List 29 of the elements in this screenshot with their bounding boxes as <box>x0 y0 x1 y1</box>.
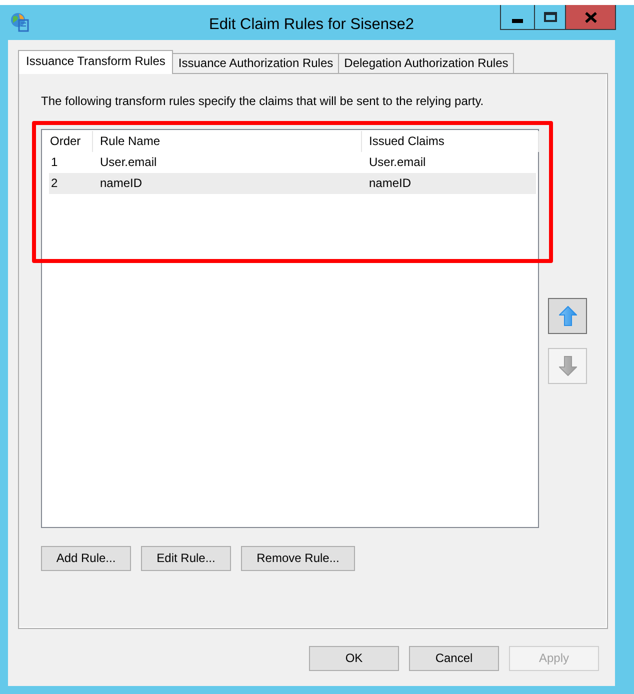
down-arrow-icon <box>558 356 576 376</box>
table-row[interactable]: 2 nameID nameID <box>49 173 536 194</box>
table-cell-text: 1 <box>50 154 59 171</box>
tab[interactable]: Delegation Authorization Rules <box>338 53 514 73</box>
table-cell-text: nameID <box>368 175 412 192</box>
minimize-icon <box>512 19 523 23</box>
rule-button[interactable]: Add Rule... <box>41 546 131 571</box>
description-text: The following transform rules specify the claims that will be sent to the relying party. <box>41 94 484 109</box>
dialog-button[interactable]: OK <box>309 646 399 671</box>
window-title: Edit Claim Rules for Sisense2 <box>208 15 414 35</box>
column-header[interactable]: Rule Name <box>93 131 362 152</box>
column-header[interactable]: Issued Claims <box>362 131 539 152</box>
minimize-button[interactable] <box>500 5 535 30</box>
close-button[interactable] <box>566 5 616 30</box>
table-cell-text: User.email <box>368 154 427 171</box>
rule-button[interactable]: Remove Rule... <box>241 546 355 571</box>
table-cell-text: 2 <box>50 175 59 192</box>
tab[interactable]: Issuance Transform Rules <box>18 50 174 74</box>
column-header[interactable]: Order <box>43 131 93 152</box>
table-row[interactable]: 1 User.email User.email <box>49 152 536 173</box>
globe-computer-icon <box>10 12 30 32</box>
table-cell-text: nameID <box>99 175 144 192</box>
up-arrow-icon <box>558 306 576 326</box>
table-cell-text: User.email <box>99 154 158 171</box>
rule-button[interactable]: Edit Rule... <box>141 546 231 571</box>
dialog-button[interactable]: Cancel <box>409 646 499 671</box>
move-up-button[interactable] <box>548 298 587 334</box>
close-icon <box>584 12 596 22</box>
maximize-icon <box>544 12 556 22</box>
